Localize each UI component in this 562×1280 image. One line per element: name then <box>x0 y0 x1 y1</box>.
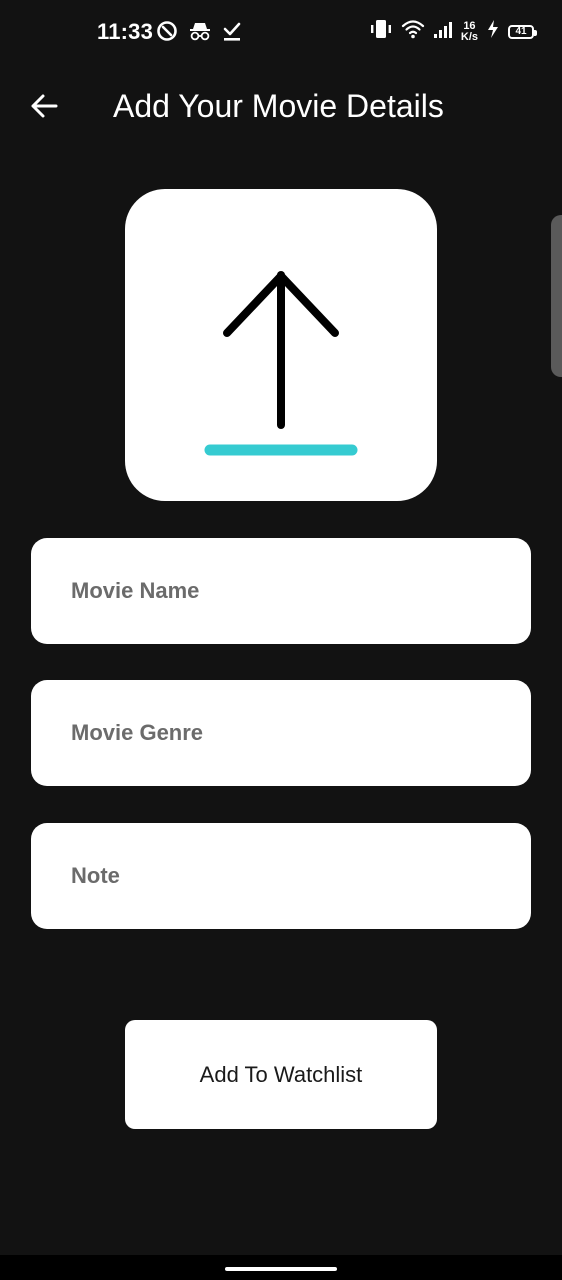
net-speed: 16 K/s <box>460 19 478 43</box>
home-indicator[interactable] <box>225 1267 337 1271</box>
wifi-icon <box>401 18 425 45</box>
status-time: 11:33 <box>97 19 154 44</box>
battery-icon: 41 <box>508 24 537 39</box>
note-input[interactable] <box>31 823 531 929</box>
data-saver-icon <box>156 20 178 47</box>
battery-level: 41 <box>515 26 527 37</box>
edge-panel-handle[interactable] <box>551 215 562 377</box>
movie-genre-input[interactable] <box>31 680 531 786</box>
movie-name-field[interactable] <box>31 538 531 644</box>
download-done-icon <box>222 20 242 47</box>
charging-icon <box>486 18 500 45</box>
note-field[interactable] <box>31 823 531 929</box>
net-speed-unit: K/s <box>460 30 478 43</box>
status-left-icons <box>156 20 242 47</box>
page-title: Add Your Movie Details <box>113 88 444 124</box>
vibrate-icon <box>369 18 393 45</box>
navigation-bar <box>0 1255 562 1280</box>
upload-image-button[interactable] <box>125 189 437 501</box>
movie-name-input[interactable] <box>31 538 531 644</box>
incognito-icon <box>188 20 212 47</box>
add-to-watchlist-button[interactable]: Add To Watchlist <box>125 1020 437 1129</box>
screen: 11:33 16 K/s 41 Add Your Movie Details M… <box>0 0 562 1280</box>
signal-icon <box>433 18 453 45</box>
net-speed-value: 16 <box>463 19 476 32</box>
status-bar: 11:33 16 K/s 41 <box>0 0 562 62</box>
movie-genre-field[interactable] <box>31 680 531 786</box>
app-bar: Add Your Movie Details <box>0 62 562 150</box>
status-right-icons: 16 K/s 41 <box>369 18 537 45</box>
back-button[interactable] <box>24 86 64 126</box>
arrow-left-icon <box>31 94 58 118</box>
upload-icon <box>204 271 358 456</box>
